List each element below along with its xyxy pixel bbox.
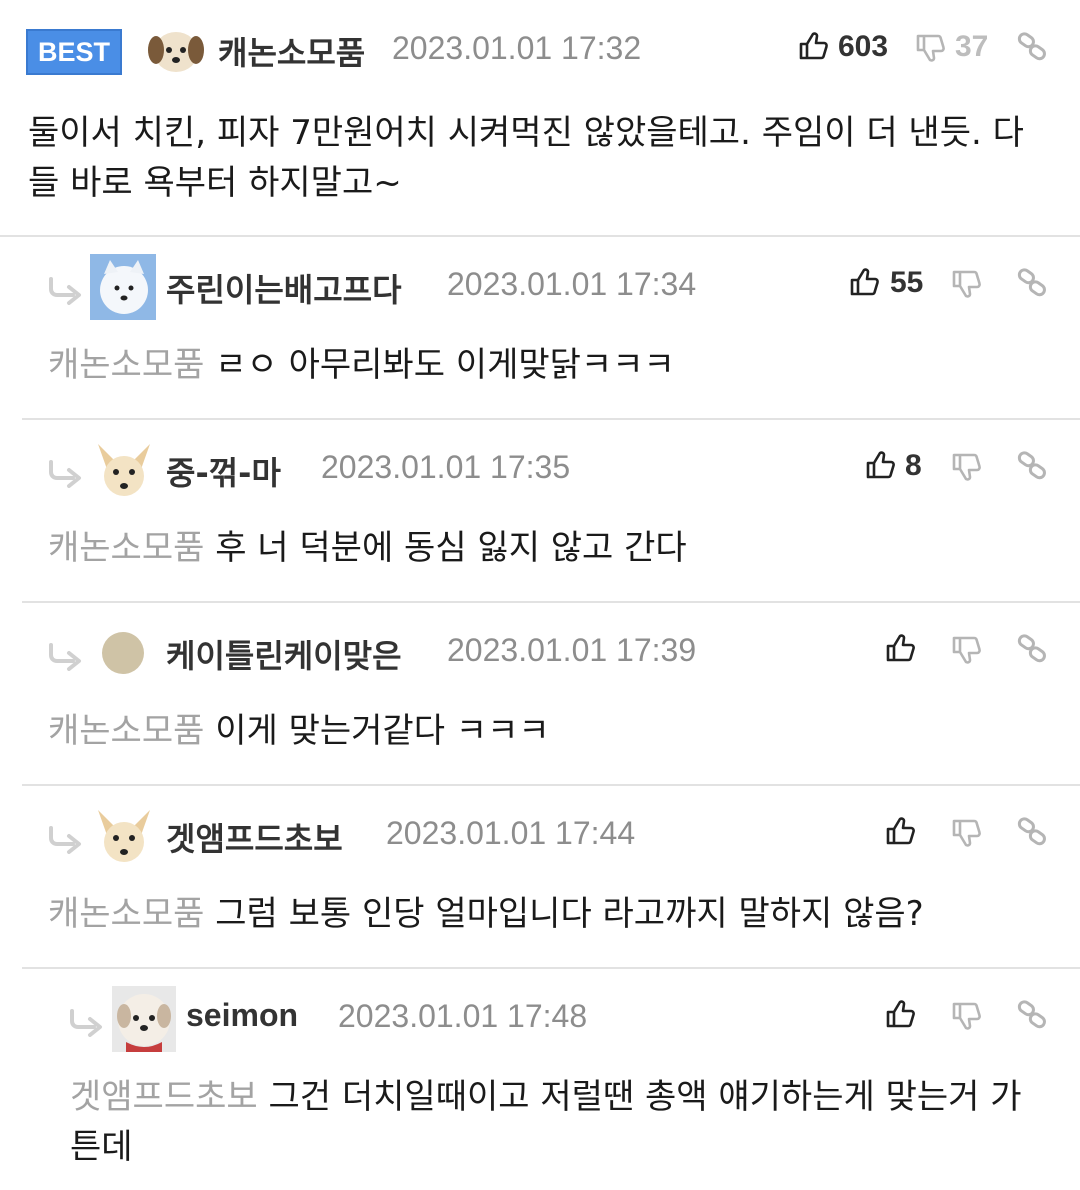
thumbs-up-icon[interactable] [884, 815, 916, 847]
reply-arrow-icon [47, 824, 83, 854]
thumbs-down-icon[interactable] [950, 451, 982, 483]
avatar[interactable] [92, 804, 156, 868]
avatar[interactable] [112, 986, 176, 1052]
link-icon[interactable] [1016, 632, 1048, 664]
avatar[interactable] [146, 22, 206, 78]
reply-arrow-icon [47, 458, 83, 488]
comment-text: 캐논소모품 이게 맞는거같다 ㅋㅋㅋ [48, 706, 550, 756]
reply-text: 그건 더치일때이고 저럴땐 총액 얘기하는게 맞는거 가 [268, 1077, 1022, 1117]
comment-text-line: 겟앰프드초보 그건 더치일때이고 저럴땐 총액 얘기하는게 맞는거 가 [70, 1072, 1060, 1122]
thumbs-up-icon[interactable] [797, 30, 829, 62]
like-count: 55 [890, 266, 924, 299]
avatar[interactable] [92, 438, 156, 502]
comment-text: 겟앰프드초보 그건 더치일때이고 저럴땐 총액 얘기하는게 맞는거 가 튼데 [70, 1072, 1060, 1172]
comment-text-line: 둘이서 치킨, 피자 7만원어치 시켜먹진 않았을테고. 주임이 더 낸듯. 다 [28, 113, 1024, 153]
quoted-nickname[interactable]: 캐논소모품 [48, 711, 204, 751]
comment-date: 2023.01.01 17:39 [447, 632, 697, 668]
thumbs-up-icon[interactable] [884, 998, 916, 1030]
comment-date: 2023.01.01 17:34 [447, 266, 697, 302]
thumbs-up-icon[interactable] [884, 632, 916, 664]
divider [22, 967, 1080, 969]
nickname[interactable]: seimon [186, 997, 298, 1034]
chihuahua-avatar-icon [92, 804, 156, 868]
dog-avatar-icon [146, 22, 206, 78]
chihuahua-avatar-icon [92, 438, 156, 502]
comment-text: 캐논소모품 그럼 보통 인당 얼마입니다 라고까지 말하지 않음? [48, 889, 924, 939]
link-icon[interactable] [1016, 449, 1048, 481]
link-icon[interactable] [1016, 30, 1048, 62]
comment-text-line: 들 바로 욕부터 하지말고~ [28, 163, 402, 203]
nickname[interactable]: 캐논소모품 [218, 28, 365, 74]
nickname[interactable]: 케이틀린케이맞은 [166, 631, 402, 677]
reply-arrow-icon [47, 275, 83, 305]
thumbs-down-icon[interactable] [950, 634, 982, 666]
like-count: 603 [838, 30, 889, 63]
thumbs-down-icon[interactable] [950, 268, 982, 300]
quoted-nickname[interactable]: 캐논소모품 [48, 894, 204, 934]
dislike-count: 37 [955, 30, 989, 63]
quoted-nickname[interactable]: 캐논소모품 [48, 528, 204, 568]
red-dog-avatar-icon [112, 986, 176, 1052]
divider [22, 418, 1080, 420]
comment-text: 둘이서 치킨, 피자 7만원어치 시켜먹진 않았을테고. 주임이 더 낸듯. 다… [28, 108, 1058, 208]
like-count: 8 [905, 449, 922, 482]
comment-date: 2023.01.01 17:32 [392, 30, 642, 66]
thumbs-up-icon[interactable] [864, 449, 896, 481]
divider [0, 235, 1080, 237]
nickname[interactable]: 주린이는배고프다 [166, 265, 402, 311]
reply-text: ㄹㅇ 아무리봐도 이게맞닭ㅋㅋㅋ [215, 345, 675, 385]
nickname[interactable]: 겟앰프드초보 [166, 814, 343, 860]
best-badge: BEST [26, 29, 122, 75]
comment-date: 2023.01.01 17:44 [386, 815, 636, 851]
quoted-nickname[interactable]: 겟앰프드초보 [70, 1077, 258, 1117]
thumbs-down-icon[interactable] [914, 32, 946, 64]
thumbs-down-icon[interactable] [950, 1000, 982, 1032]
thumbs-down-icon[interactable] [950, 817, 982, 849]
divider [22, 601, 1080, 603]
avatar[interactable] [90, 254, 156, 320]
avatar[interactable] [102, 632, 144, 674]
quoted-nickname[interactable]: 캐논소모품 [48, 345, 204, 385]
reply-text: 그럼 보통 인당 얼마입니다 라고까지 말하지 않음? [215, 894, 924, 934]
reply-arrow-icon [68, 1007, 104, 1037]
comment-text: 캐논소모품 후 너 덕분에 동심 잃지 않고 간다 [48, 523, 687, 573]
reply-text: 이게 맞는거같다 ㅋㅋㅋ [215, 711, 550, 751]
comment-date: 2023.01.01 17:35 [321, 449, 571, 485]
reply-arrow-icon [47, 641, 83, 671]
reply-text: 후 너 덕분에 동심 잃지 않고 간다 [215, 528, 687, 568]
link-icon[interactable] [1016, 266, 1048, 298]
white-dog-avatar-icon [90, 254, 156, 320]
comment-text: 캐논소모품 ㄹㅇ 아무리봐도 이게맞닭ㅋㅋㅋ [48, 340, 675, 390]
divider [22, 784, 1080, 786]
comment-date: 2023.01.01 17:48 [338, 998, 588, 1034]
thumbs-up-icon[interactable] [848, 266, 880, 298]
nickname[interactable]: 중-꺾-마 [166, 448, 281, 494]
link-icon[interactable] [1016, 815, 1048, 847]
link-icon[interactable] [1016, 998, 1048, 1030]
comment-text-line: 튼데 [70, 1127, 133, 1167]
